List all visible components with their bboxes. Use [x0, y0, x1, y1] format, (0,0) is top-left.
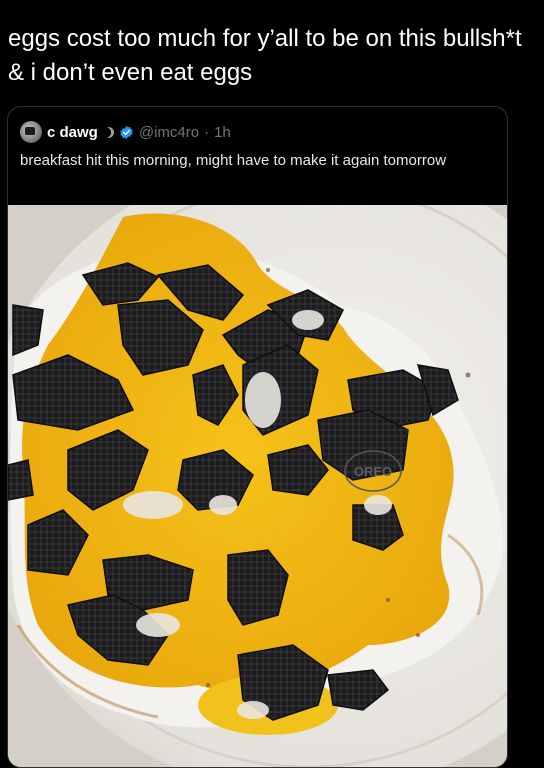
moon-icon — [103, 127, 114, 138]
quoted-post-header: c dawg @imc4ro · 1h — [20, 121, 231, 143]
display-name[interactable]: c dawg — [47, 124, 98, 141]
oreo-stamp-text: OREO — [354, 464, 392, 479]
quoted-post-text: breakfast hit this morning, might have t… — [20, 152, 447, 169]
quoted-post-card[interactable]: c dawg @imc4ro · 1h breakfast hit this m… — [7, 106, 508, 768]
post-photo[interactable]: OREO — [8, 205, 507, 767]
post-timestamp[interactable]: 1h — [214, 124, 231, 141]
post-caption: eggs cost too much for y’all to be on th… — [8, 25, 522, 86]
user-handle[interactable]: @imc4ro — [139, 124, 199, 141]
separator-dot: · — [204, 123, 210, 141]
verified-badge-icon — [120, 125, 133, 139]
omelette-with-oreos-image: OREO — [8, 205, 507, 767]
avatar[interactable] — [20, 121, 42, 143]
